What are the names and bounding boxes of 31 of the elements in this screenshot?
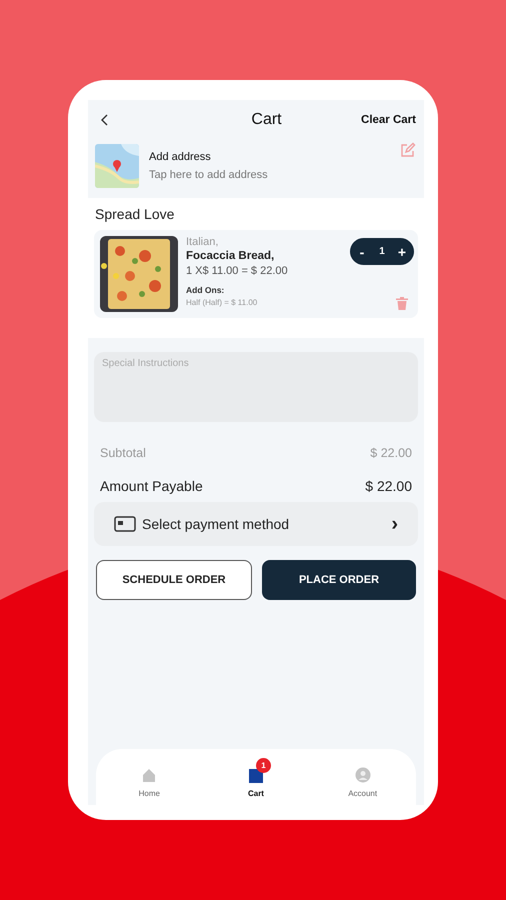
payment-method-button[interactable]: Select payment method › [94,502,418,546]
nav-tab[interactable]: Account [328,756,398,798]
address-title: Add address [149,151,212,163]
item-name: Focaccia Bread, [186,250,274,262]
nav-tab[interactable]: Home [114,756,184,798]
account-icon [354,766,371,782]
item-category: Italian, [186,236,218,248]
address-hint[interactable]: Tap here to add address [149,169,389,181]
item-price: 1 X$ 11.00 = $ 22.00 [186,265,288,277]
total-label: Amount Payable [100,478,203,494]
place-order-button[interactable]: PLACE ORDER [262,560,416,600]
decrease-button[interactable]: - [356,244,368,260]
total-value: $ 22.00 [365,478,412,494]
nav-tab[interactable]: 1 Cart [220,756,291,798]
edit-icon[interactable] [399,142,416,159]
increase-button[interactable]: + [396,244,408,260]
addons-text: Half (Half) = $ 11.00 [186,298,258,307]
count-badge: 1 [256,758,271,772]
bag-icon [248,766,264,782]
addons-label: Add Ons: [186,285,224,295]
card-icon [114,516,136,532]
clear-cart-button[interactable]: Clear Cart [361,114,416,126]
restaurant-name: Spread Love [95,206,176,222]
total-value: $ 22.00 [370,446,412,460]
schedule-order-button[interactable]: SCHEDULE ORDER [96,560,252,600]
trash-icon[interactable] [396,297,408,310]
home-icon [141,766,158,782]
page-title: Cart [251,111,282,129]
quantity-value: 1 [379,246,385,257]
special-instructions-field[interactable]: Special Instructions [94,352,418,422]
total-label: Subtotal [100,446,146,460]
